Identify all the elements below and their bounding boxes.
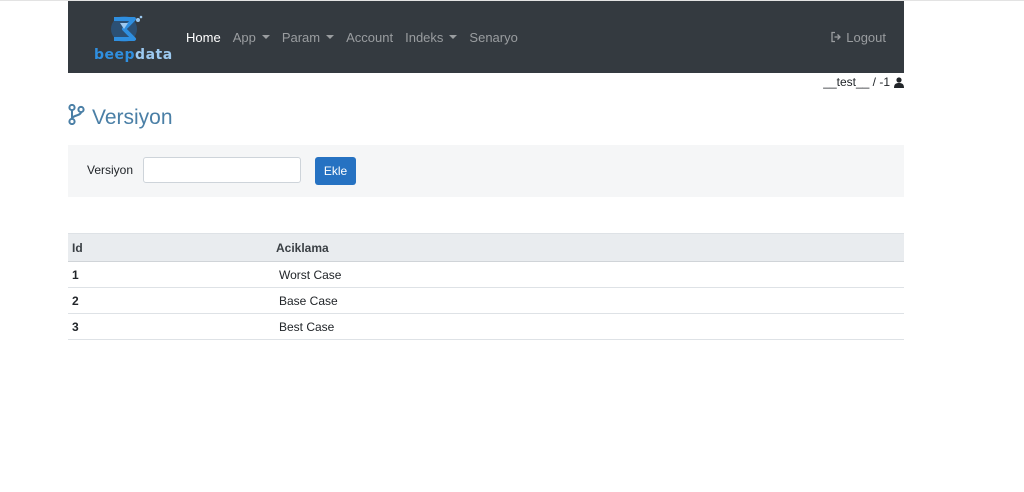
caret-down-icon — [449, 35, 458, 39]
logout-label: Logout — [846, 29, 886, 45]
user-info: __test__ / -1 — [823, 75, 904, 89]
nav-menu: Home App Param Account Indeks Senaryo — [186, 1, 530, 73]
caret-down-icon — [261, 35, 270, 39]
navbar: beepdata Home App Param Account Indeks S… — [68, 1, 904, 73]
nav-item-label: Senaryo — [469, 29, 518, 45]
column-header-id[interactable]: Id — [68, 233, 272, 262]
nav-item-label: Home — [186, 29, 221, 45]
table-row[interactable]: 3 Best Case — [68, 313, 904, 340]
logo-icon — [111, 15, 143, 42]
nav-item-label: Param — [281, 29, 321, 45]
nav-item-label: App — [232, 29, 256, 45]
cell-desc: Best Case — [272, 313, 904, 340]
caret-down-icon — [326, 35, 335, 39]
nav-item-app[interactable]: App — [233, 30, 270, 45]
cell-desc: Worst Case — [272, 261, 904, 288]
brand-logo[interactable]: beepdata — [90, 11, 172, 65]
nav-item-senaryo[interactable]: Senaryo — [469, 30, 517, 45]
logout-link[interactable]: Logout — [830, 1, 886, 73]
table-header-row: Id Aciklama — [68, 233, 904, 262]
version-label: Versiyon — [87, 163, 134, 177]
sign-out-icon — [830, 31, 842, 43]
cell-desc: Base Case — [272, 287, 904, 314]
cell-id: 3 — [68, 313, 272, 340]
add-button[interactable]: Ekle — [315, 157, 356, 185]
table-row[interactable]: 2 Base Case — [68, 287, 904, 314]
version-input[interactable] — [143, 157, 301, 183]
table-row[interactable]: 1 Worst Case — [68, 261, 904, 288]
nav-item-param[interactable]: Param — [281, 29, 335, 45]
nav-item-label: Indeks — [405, 29, 444, 45]
user-icon — [894, 76, 904, 88]
nav-item-indeks[interactable]: Indeks — [405, 29, 458, 45]
nav-item-label: Account — [346, 29, 394, 45]
brand-text-part1: beep — [94, 47, 136, 63]
add-version-form: Versiyon Ekle — [68, 145, 904, 197]
nav-item-home[interactable]: Home — [186, 30, 221, 45]
version-table: Id Aciklama 1 Worst Case 2 Base Case 3 B… — [68, 233, 904, 340]
cell-id: 1 — [68, 261, 272, 288]
brand-text-part2: data — [135, 47, 173, 63]
code-branch-icon — [68, 103, 85, 131]
page-title-text: Versiyon — [92, 105, 173, 129]
cell-id: 2 — [68, 287, 272, 314]
column-header-desc[interactable]: Aciklama — [272, 233, 904, 262]
brand-text: beepdata — [94, 47, 173, 63]
page-title: Versiyon — [68, 103, 173, 131]
user-name: __test__ / -1 — [823, 75, 890, 89]
nav-item-account[interactable]: Account — [346, 30, 393, 45]
